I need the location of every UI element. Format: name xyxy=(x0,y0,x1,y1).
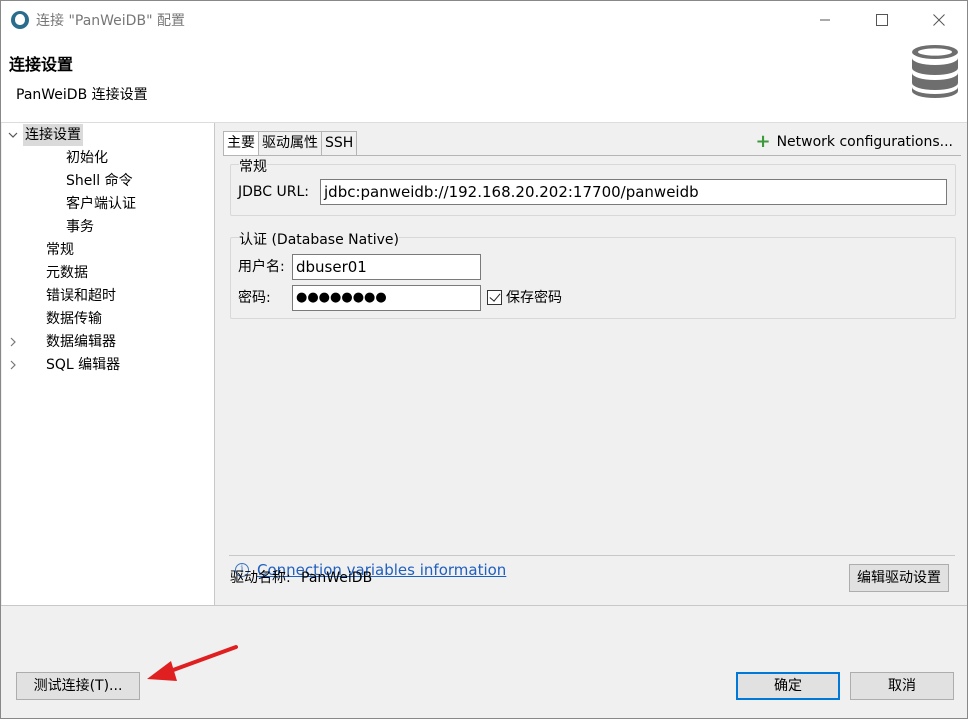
password-input[interactable]: ●●●●●●●● xyxy=(292,285,481,311)
maximize-button[interactable] xyxy=(853,1,910,39)
tree-item-data-transfer[interactable]: 数据传输 xyxy=(46,308,102,330)
username-label: 用户名: xyxy=(238,259,285,275)
general-group-title: 常规 xyxy=(239,156,267,176)
ok-button[interactable]: 确定 xyxy=(736,672,840,700)
minimize-icon xyxy=(819,19,830,21)
auth-group-title: 认证 (Database Native) xyxy=(239,229,399,249)
username-input[interactable]: dbuser01 xyxy=(292,254,481,280)
window-controls xyxy=(796,1,967,39)
password-label: 密码: xyxy=(238,290,271,306)
page-header: 连接设置 PanWeiDB 连接设置 xyxy=(1,39,967,123)
network-configurations-button[interactable]: + Network configurations... xyxy=(755,133,953,151)
tree-item-label: SQL 编辑器 xyxy=(46,357,121,373)
auth-group: 认证 (Database Native) 用户名: dbuser01 密码: ●… xyxy=(230,229,956,319)
tree-item-errors-timeouts[interactable]: 错误和超时 xyxy=(46,285,116,307)
tab-bar: 主要 驱动属性 SSH xyxy=(223,131,358,155)
tab-main[interactable]: 主要 xyxy=(223,131,259,155)
minimize-button[interactable] xyxy=(796,1,853,39)
tree-item-client-auth[interactable]: 客户端认证 xyxy=(66,193,136,215)
driver-name-label: 驱动名称: xyxy=(230,570,291,586)
jdbc-url-input[interactable]: jdbc:panweidb://192.168.20.202:17700/pan… xyxy=(320,179,947,205)
edit-driver-settings-button[interactable]: 编辑驱动设置 xyxy=(849,564,949,592)
test-connection-button[interactable]: 测试连接(T)... xyxy=(16,672,140,700)
divider xyxy=(229,555,955,556)
chevron-right-icon[interactable] xyxy=(7,331,19,353)
tree-item-general[interactable]: 常规 xyxy=(46,239,74,261)
settings-tree: 连接设置 初始化 Shell 命令 客户端认证 事务 常规 元数据 错误和超时 … xyxy=(2,123,215,605)
connection-variables-link[interactable]: Connection variables information xyxy=(257,561,506,579)
plus-icon: + xyxy=(755,131,771,152)
title-bar: 连接 "PanWeiDB" 配置 xyxy=(1,1,967,39)
tree-item-data-editor[interactable]: 数据编辑器 xyxy=(2,331,214,353)
chevron-right-icon[interactable] xyxy=(7,354,19,376)
tab-ssh[interactable]: SSH xyxy=(321,131,358,155)
annotation-arrow-icon xyxy=(147,645,238,681)
tree-item-init[interactable]: 初始化 xyxy=(66,147,108,169)
cancel-button[interactable]: 取消 xyxy=(850,672,954,700)
driver-name-value: PanWeiDB xyxy=(301,570,373,586)
general-group: 常规 JDBC URL: jdbc:panweidb://192.168.20.… xyxy=(230,156,956,216)
tree-item-sql-editor[interactable]: SQL 编辑器 xyxy=(2,354,214,376)
page-subtitle: PanWeiDB 连接设置 xyxy=(16,87,148,103)
window-title: 连接 "PanWeiDB" 配置 xyxy=(36,13,185,29)
tree-item-connection-settings[interactable]: 连接设置 xyxy=(2,124,214,146)
maximize-icon xyxy=(875,14,888,26)
save-password-label: 保存密码 xyxy=(506,290,562,306)
network-configurations-label: Network configurations... xyxy=(776,134,953,150)
close-icon xyxy=(932,14,945,26)
main-tab-content: 常规 JDBC URL: jdbc:panweidb://192.168.20.… xyxy=(223,155,961,601)
tree-item-metadata[interactable]: 元数据 xyxy=(46,262,88,284)
settings-panel: 主要 驱动属性 SSH + Network configurations... … xyxy=(217,123,967,605)
app-logo-icon xyxy=(11,11,29,29)
tree-item-label: 连接设置 xyxy=(23,124,83,146)
database-icon xyxy=(912,45,958,98)
footer-divider xyxy=(1,605,967,606)
chevron-down-icon[interactable] xyxy=(7,124,19,146)
close-button[interactable] xyxy=(910,1,967,39)
tree-item-transactions[interactable]: 事务 xyxy=(66,216,94,238)
tab-driver-properties[interactable]: 驱动属性 xyxy=(258,131,322,155)
dialog-window: 连接 "PanWeiDB" 配置 连接设置 PanWeiDB 连接设置 连接设置… xyxy=(0,0,968,719)
tree-item-shell[interactable]: Shell 命令 xyxy=(66,170,133,192)
jdbc-url-label: JDBC URL: xyxy=(238,184,309,200)
save-password-checkbox[interactable] xyxy=(487,290,502,305)
page-title: 连接设置 xyxy=(9,55,74,74)
tree-item-label: 数据编辑器 xyxy=(46,334,116,350)
